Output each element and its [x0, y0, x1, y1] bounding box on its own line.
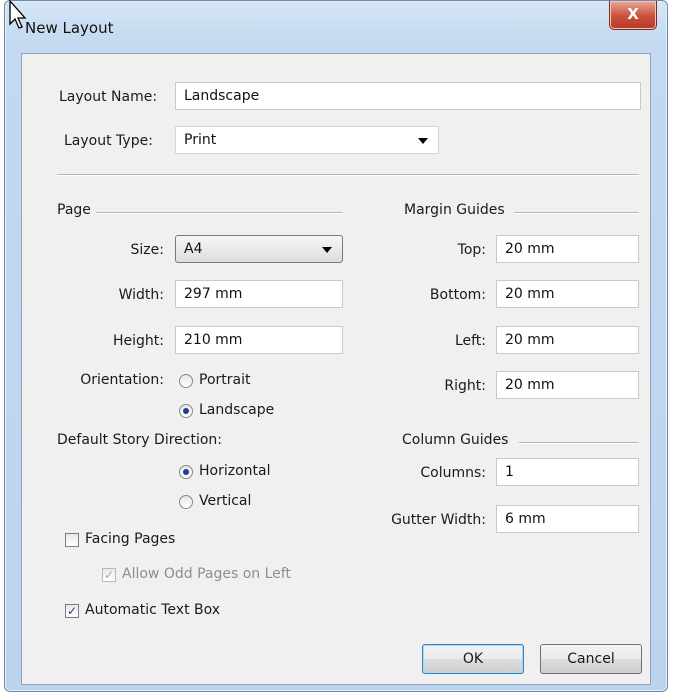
facing-pages-checkbox[interactable] [65, 533, 79, 547]
vertical-radio[interactable] [179, 495, 193, 509]
landscape-radio[interactable] [179, 404, 193, 418]
window-title: New Layout [25, 19, 114, 37]
page-section-heading: Page [57, 202, 91, 218]
allow-odd-pages-checkbox: ✓ [102, 568, 116, 582]
layout-type-select[interactable]: Print [175, 126, 439, 154]
width-label: Width: [118, 287, 164, 303]
chevron-down-icon [418, 138, 428, 144]
margin-right-label: Right: [444, 378, 486, 394]
margin-left-input[interactable]: 20 mm [496, 326, 639, 354]
margin-top-input[interactable]: 20 mm [496, 235, 639, 263]
gutter-width-input[interactable]: 6 mm [496, 505, 639, 533]
auto-text-box-checkbox[interactable]: ✓ [65, 604, 79, 618]
height-label: Height: [113, 333, 164, 349]
dialog-window: New Layout X Layout Name: Landscape Layo… [4, 0, 668, 692]
column-heading-rule [519, 442, 639, 444]
portrait-radio[interactable] [179, 374, 193, 388]
margin-bottom-input[interactable]: 20 mm [496, 280, 639, 308]
horizontal-label: Horizontal [199, 463, 271, 479]
portrait-label: Portrait [199, 372, 251, 388]
size-select[interactable]: A4 [175, 235, 343, 263]
margin-heading-rule [514, 212, 639, 214]
facing-pages-label: Facing Pages [85, 531, 176, 547]
close-button[interactable]: X [609, 1, 657, 30]
ok-button[interactable]: OK [422, 644, 524, 674]
orientation-label: Orientation: [80, 372, 164, 388]
cursor-icon [9, 0, 27, 29]
layout-name-input[interactable]: Landscape [175, 82, 641, 110]
margin-bottom-label: Bottom: [429, 287, 486, 303]
column-guides-heading: Column Guides [402, 432, 509, 448]
margin-right-input[interactable]: 20 mm [496, 371, 639, 399]
vertical-label: Vertical [199, 493, 252, 509]
margin-left-label: Left: [454, 333, 486, 349]
cancel-button[interactable]: Cancel [540, 644, 642, 674]
separator [57, 174, 639, 176]
layout-name-label: Layout Name: [59, 89, 158, 105]
size-value: A4 [184, 241, 203, 257]
page-heading-rule [96, 212, 343, 214]
dialog-client-area: Layout Name: Landscape Layout Type: Prin… [21, 53, 651, 685]
margin-guides-heading: Margin Guides [404, 202, 505, 218]
horizontal-radio[interactable] [179, 465, 193, 479]
layout-type-label: Layout Type: [64, 133, 153, 149]
allow-odd-pages-label: Allow Odd Pages on Left [122, 566, 291, 582]
margin-top-label: Top: [457, 242, 486, 258]
layout-type-value: Print [184, 132, 217, 148]
height-input[interactable]: 210 mm [175, 326, 343, 354]
columns-label: Columns: [420, 465, 486, 481]
gutter-width-label: Gutter Width: [391, 512, 486, 528]
title-bar[interactable]: New Layout X [5, 1, 667, 51]
size-label: Size: [130, 242, 164, 258]
width-input[interactable]: 297 mm [175, 280, 343, 308]
close-icon: X [627, 5, 639, 23]
columns-input[interactable]: 1 [496, 458, 639, 486]
auto-text-box-label: Automatic Text Box [85, 602, 221, 618]
chevron-down-icon [322, 247, 332, 253]
landscape-label: Landscape [199, 402, 275, 418]
story-direction-label: Default Story Direction: [57, 432, 222, 448]
